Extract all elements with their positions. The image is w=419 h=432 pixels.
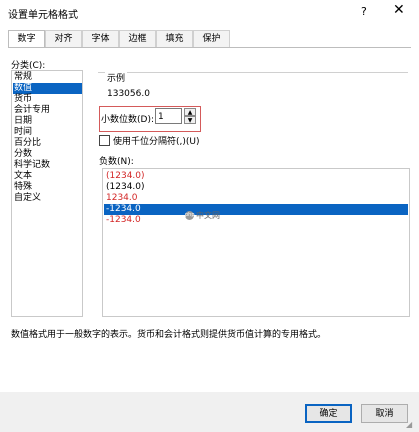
- cancel-button[interactable]: 取消: [361, 404, 408, 423]
- dialog-title: 设置单元格格式: [8, 10, 78, 21]
- tab-alignment[interactable]: 对齐: [45, 30, 82, 47]
- help-icon[interactable]: ?: [361, 5, 367, 18]
- spin-up-icon[interactable]: ▲: [184, 108, 196, 116]
- category-list[interactable]: 常规 数值 货币 会计专用 日期 时间 百分比 分数 科学记数 文本 特殊 自定…: [11, 70, 83, 317]
- category-item-currency[interactable]: 货币: [13, 94, 82, 105]
- negative-numbers-list[interactable]: (1234.0) (1234.0) 1234.0 -1234.0 -1234.0: [102, 168, 410, 317]
- category-item-time[interactable]: 时间: [13, 127, 82, 138]
- tab-border[interactable]: 边框: [119, 30, 156, 47]
- negative-option[interactable]: (1234.0): [104, 171, 408, 182]
- negative-option-selected[interactable]: -1234.0: [104, 204, 408, 215]
- category-item-special[interactable]: 特殊: [13, 182, 82, 193]
- negative-numbers-label: 负数(N):: [99, 157, 134, 167]
- tab-fill[interactable]: 填充: [156, 30, 193, 47]
- tab-protection[interactable]: 保护: [193, 30, 230, 47]
- format-cells-dialog: 设置单元格格式 ? ✕ 数字 对齐 字体 边框 填充 保护 分类(C): 常规 …: [0, 0, 419, 432]
- category-item-number[interactable]: 数值: [13, 83, 82, 94]
- title-bar: 设置单元格格式 ? ✕: [0, 0, 419, 26]
- negative-option[interactable]: -1234.0: [104, 215, 408, 226]
- decimal-places-input[interactable]: 1: [155, 108, 182, 124]
- dialog-footer: [0, 392, 419, 432]
- category-item-scientific[interactable]: 科学记数: [13, 160, 82, 171]
- tab-number[interactable]: 数字: [8, 30, 45, 48]
- category-item-custom[interactable]: 自定义: [13, 193, 82, 204]
- tab-font[interactable]: 字体: [82, 30, 119, 47]
- negative-option[interactable]: 1234.0: [104, 193, 408, 204]
- spin-down-icon[interactable]: ▼: [184, 116, 196, 124]
- negative-option[interactable]: (1234.0): [104, 182, 408, 193]
- category-item-general[interactable]: 常规: [13, 72, 82, 83]
- format-description: 数值格式用于一般数字的表示。货币和会计格式则提供货币值计算的专用格式。: [11, 330, 327, 340]
- sample-label: 示例: [105, 71, 128, 84]
- watermark-logo-icon: php: [185, 211, 195, 220]
- resize-grip-icon[interactable]: ◢: [406, 420, 416, 430]
- ok-button[interactable]: 确定: [305, 404, 352, 423]
- sample-value: 133056.0: [107, 89, 150, 99]
- category-item-fraction[interactable]: 分数: [13, 149, 82, 160]
- category-item-accounting[interactable]: 会计专用: [13, 105, 82, 116]
- watermark-text: 中文网: [196, 211, 220, 220]
- decimal-places-label: 小数位数(D):: [101, 115, 154, 125]
- close-icon[interactable]: ✕: [393, 3, 405, 17]
- thousands-separator-label: 使用千位分隔符(,)(U): [113, 137, 200, 147]
- category-item-text[interactable]: 文本: [13, 171, 82, 182]
- thousands-separator-checkbox[interactable]: [99, 135, 110, 146]
- site-watermark: php中文网: [185, 210, 220, 221]
- category-item-date[interactable]: 日期: [13, 116, 82, 127]
- category-item-percentage[interactable]: 百分比: [13, 138, 82, 149]
